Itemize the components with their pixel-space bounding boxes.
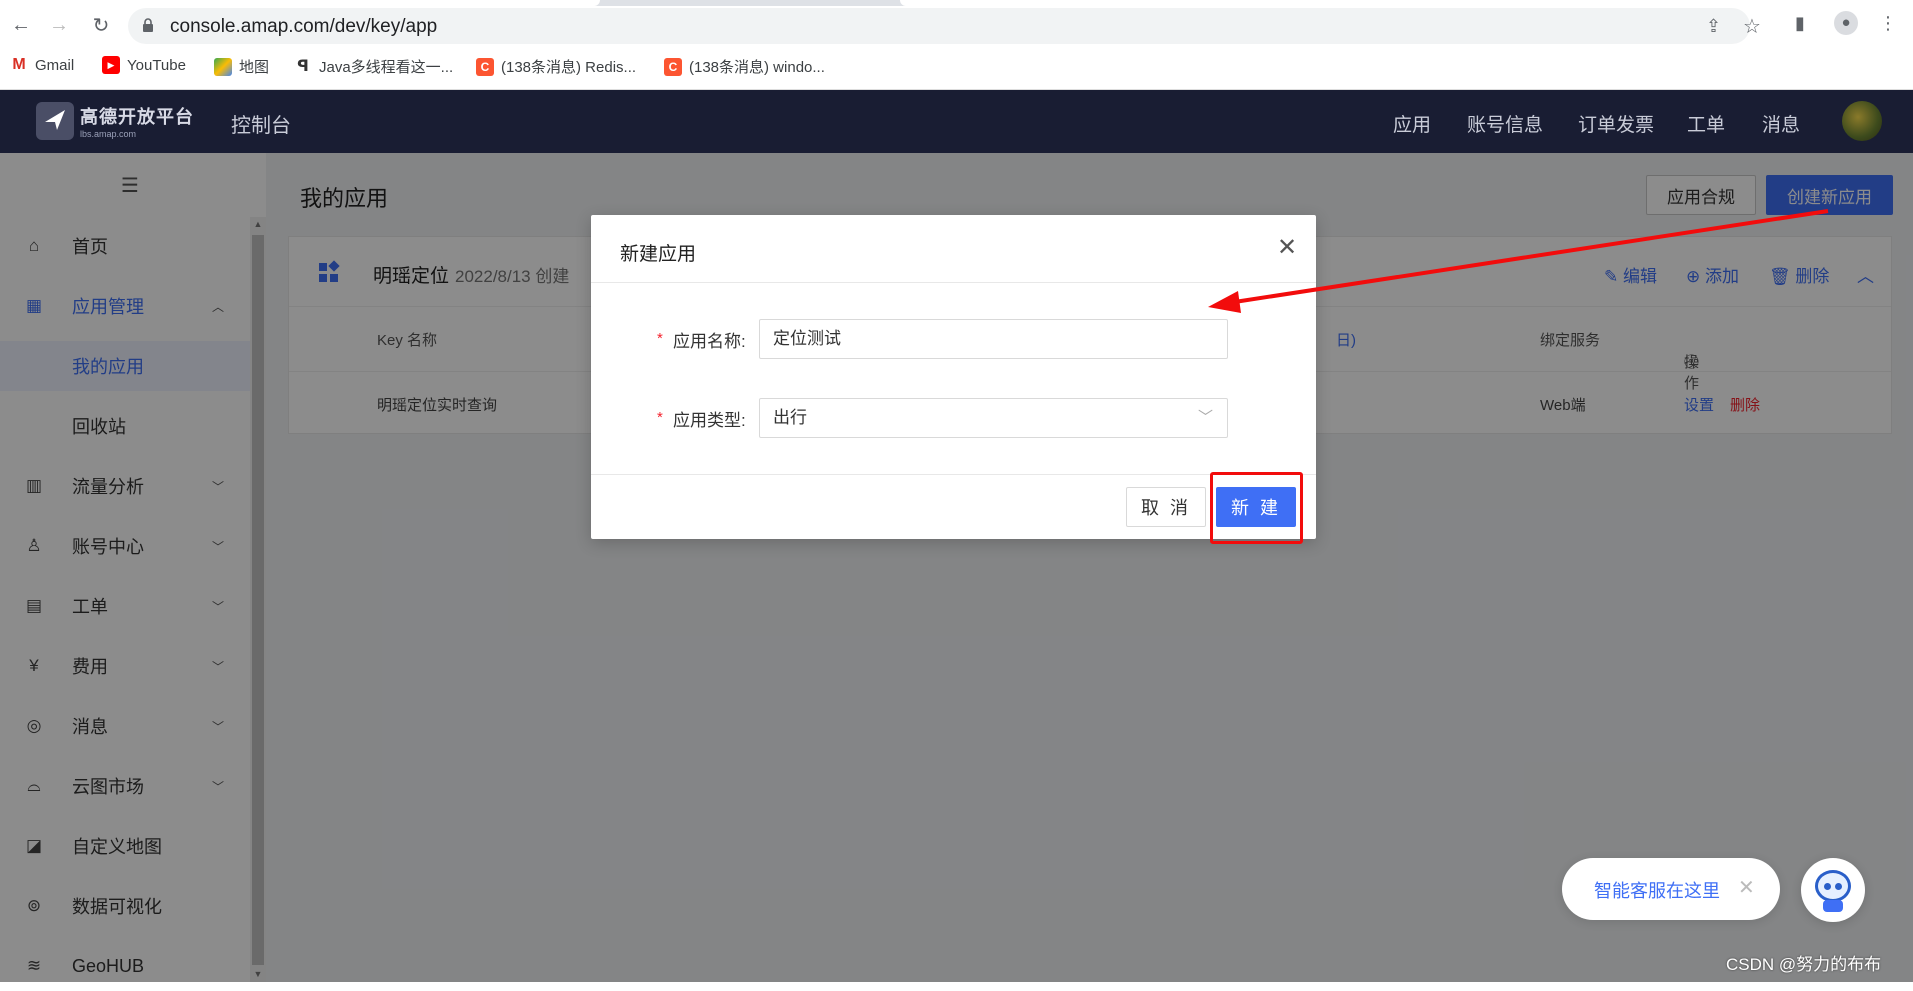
bookmark-maps[interactable]: 地图 xyxy=(214,56,269,77)
annotation-highlight-box xyxy=(1210,472,1303,544)
required-asterisk: * xyxy=(657,330,663,347)
app-type-select[interactable]: 出行 ﹀ xyxy=(759,398,1228,438)
bookmarks-bar: M Gmail ▶ YouTube 地图 ꟼ Java多线程看这一... C (… xyxy=(0,52,1913,82)
csdn-icon: C xyxy=(664,57,682,76)
cancel-button[interactable]: 取 消 xyxy=(1126,487,1206,527)
menu-kebab-icon[interactable]: ⋮ xyxy=(1879,13,1897,34)
sidepanel-icon[interactable]: ▮ xyxy=(1795,13,1805,34)
nav-invoices[interactable]: 订单发票 xyxy=(1578,110,1654,137)
robot-assistant-icon[interactable] xyxy=(1801,858,1865,922)
logo-subtext: lbs.amap.com xyxy=(80,129,137,139)
close-icon[interactable]: ✕ xyxy=(1274,235,1300,261)
avatar[interactable] xyxy=(1842,101,1882,141)
new-app-modal: 新建应用 ✕ * 应用名称: 定位测试 * 应用类型: 出行 ﹀ 取 消 新 建 xyxy=(591,215,1316,539)
amap-logo-icon xyxy=(36,102,74,140)
nav-account[interactable]: 账号信息 xyxy=(1467,110,1543,137)
youtube-icon: ▶ xyxy=(102,56,120,74)
bookmark-windows[interactable]: C (138条消息) windo... xyxy=(664,56,825,77)
bookmark-redis[interactable]: C (138条消息) Redis... xyxy=(476,56,636,77)
app-type-value: 出行 xyxy=(773,408,807,427)
bookmark-java[interactable]: ꟼ Java多线程看这一... xyxy=(294,56,453,77)
app-type-row: * 应用类型: 出行 ﹀ xyxy=(591,398,1316,438)
modal-header: 新建应用 ✕ xyxy=(591,215,1316,283)
url-text: console.amap.com/dev/key/app xyxy=(170,16,438,37)
csdn-icon: C xyxy=(476,57,494,76)
chevron-down-icon: ﹀ xyxy=(1197,409,1213,426)
nav-messages[interactable]: 消息 xyxy=(1762,110,1800,137)
gmail-icon: M xyxy=(10,56,28,74)
reload-icon[interactable]: ↻ xyxy=(88,12,114,38)
chat-assistant-pill[interactable]: 智能客服在这里 ✕ xyxy=(1562,858,1780,920)
profile-icon[interactable]: ● xyxy=(1834,11,1858,35)
bookmark-star-icon[interactable]: ☆ xyxy=(1743,14,1761,39)
amap-logo[interactable]: 高德开放平台 lbs.amap.com xyxy=(36,102,194,140)
modal-footer: 取 消 新 建 xyxy=(591,474,1316,539)
address-bar[interactable]: console.amap.com/dev/key/app ⇪ ☆ xyxy=(128,8,1761,44)
required-asterisk: * xyxy=(657,409,663,426)
watermark: CSDN @努力的布布 xyxy=(1726,955,1882,974)
bookmark-youtube[interactable]: ▶ YouTube xyxy=(102,56,186,74)
app-name-label: 应用名称: xyxy=(673,332,746,351)
back-icon[interactable]: ← xyxy=(8,12,34,38)
maps-icon xyxy=(214,57,232,76)
browser-chrome: ← → ↻ console.amap.com/dev/key/app ⇪ ☆ ▮… xyxy=(0,0,1913,90)
app-type-label: 应用类型: xyxy=(673,411,746,430)
forward-icon[interactable]: → xyxy=(46,12,72,38)
modal-title: 新建应用 xyxy=(620,244,697,265)
nav-apps[interactable]: 应用 xyxy=(1393,110,1431,137)
nav-tickets[interactable]: 工单 xyxy=(1687,110,1725,137)
logo-text: 高德开放平台 xyxy=(80,107,194,127)
app-header: 高德开放平台 lbs.amap.com 控制台 应用 账号信息 订单发票 工单 … xyxy=(0,90,1913,153)
chat-assistant-text: 智能客服在这里 xyxy=(1594,881,1720,901)
lock-icon xyxy=(143,18,153,32)
bookmark-site-icon: ꟼ xyxy=(297,57,309,75)
console-link[interactable]: 控制台 xyxy=(231,109,291,138)
app-name-row: * 应用名称: 定位测试 xyxy=(591,319,1316,359)
tab-strip xyxy=(0,0,1913,6)
close-icon[interactable]: ✕ xyxy=(1738,875,1755,900)
share-icon[interactable]: ⇪ xyxy=(1706,16,1721,37)
app-name-input[interactable]: 定位测试 xyxy=(759,319,1228,359)
bookmark-gmail[interactable]: M Gmail xyxy=(10,56,74,74)
